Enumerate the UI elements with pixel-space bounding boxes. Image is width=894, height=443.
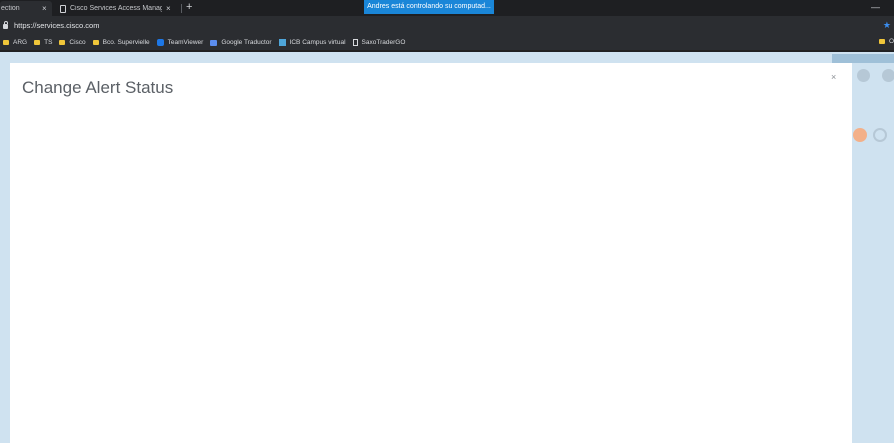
- folder-icon: [59, 40, 66, 45]
- bookmark-teamviewer[interactable]: TeamViewer: [156, 39, 204, 46]
- page-icon: [352, 39, 358, 46]
- bookmark-icb-campus[interactable]: ICB Campus virtual: [278, 39, 346, 46]
- tab-title: Cisco Services Access Manageme: [70, 5, 162, 12]
- browser-tab-2[interactable]: Cisco Services Access Manageme ×: [58, 1, 178, 16]
- close-icon[interactable]: ×: [831, 73, 836, 82]
- bookmark-label: ICB Campus virtual: [289, 39, 346, 46]
- address-bar[interactable]: https://services.cisco.com ★: [0, 16, 894, 35]
- bookmark-label: TS: [44, 39, 53, 46]
- page-icon: [60, 4, 66, 13]
- folder-icon: [92, 40, 99, 45]
- bookmark-label: SaxoTraderGO: [361, 39, 406, 46]
- background-avatar-icon: [882, 69, 894, 82]
- folder-icon: [3, 40, 9, 45]
- dialog-title: Change Alert Status: [22, 78, 174, 97]
- background-status-icon: [853, 128, 867, 142]
- bookmark-label: Bco. Supervielle: [102, 39, 150, 46]
- google-translate-icon: [210, 39, 218, 46]
- lock-icon: [3, 21, 8, 29]
- change-alert-status-dialog: Change Alert Status ×: [10, 63, 852, 443]
- bookmark-label: Cisco: [69, 39, 86, 46]
- folder-icon: [878, 39, 885, 44]
- bookmark-arg[interactable]: ARG: [3, 39, 27, 46]
- bookmark-ts[interactable]: TS: [34, 39, 52, 46]
- background-status-icon: [873, 128, 887, 142]
- folder-icon: [34, 40, 41, 45]
- tab-strip: ection × Cisco Services Access Manageme …: [0, 0, 894, 16]
- bookmarks-bar: ARG TS Cisco Bco. Supervielle TeamViewer…: [0, 35, 894, 51]
- bookmark-saxotrader[interactable]: SaxoTraderGO: [352, 39, 406, 46]
- bookmark-cisco[interactable]: Cisco: [59, 39, 86, 46]
- bookmark-label: Google Traductor: [221, 39, 272, 46]
- bookmark-google-translate[interactable]: Google Traductor: [210, 39, 272, 46]
- tab-title: ection: [1, 5, 20, 12]
- other-bookmarks-label: O: [888, 38, 894, 45]
- new-tab-button[interactable]: +: [186, 0, 192, 15]
- close-tab-icon[interactable]: ×: [166, 4, 171, 13]
- icb-icon: [278, 39, 286, 46]
- other-bookmarks[interactable]: O: [878, 38, 894, 45]
- star-icon[interactable]: ★: [883, 20, 891, 31]
- url-text[interactable]: https://services.cisco.com: [14, 21, 99, 30]
- background-avatar-icon: [857, 69, 870, 82]
- minimize-button[interactable]: —: [871, 0, 880, 14]
- browser-tab-1[interactable]: ection ×: [0, 1, 52, 16]
- bookmark-label: TeamViewer: [167, 39, 204, 46]
- bookmark-supervielle[interactable]: Bco. Supervielle: [92, 39, 150, 46]
- remote-control-banner: Andres está controlando su computad...: [364, 0, 494, 14]
- teamviewer-icon: [156, 39, 164, 46]
- tab-divider: [181, 4, 182, 13]
- background-button: [832, 54, 894, 63]
- bookmark-label: ARG: [13, 39, 28, 46]
- close-tab-icon[interactable]: ×: [42, 4, 47, 13]
